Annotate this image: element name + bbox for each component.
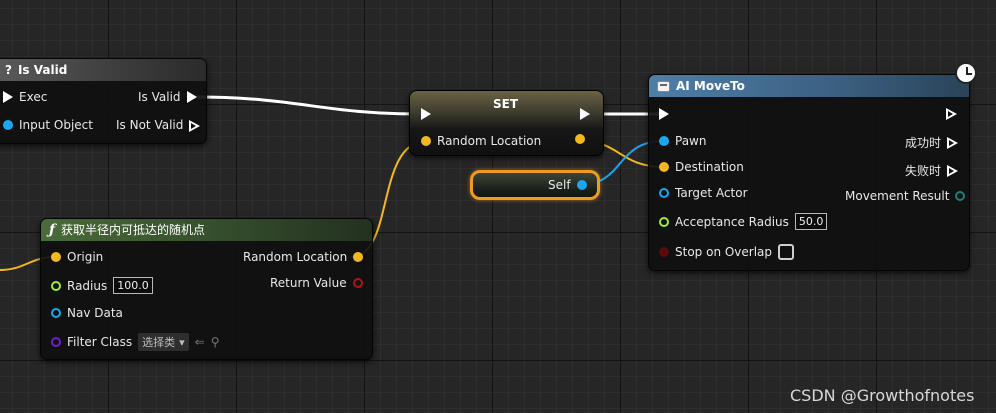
clock-icon <box>955 62 977 84</box>
random-point-nav-data[interactable]: Nav Data <box>51 306 123 320</box>
stop-on-overlap-checkbox[interactable] <box>778 244 795 260</box>
acceptance-radius-input[interactable]: 50.0 <box>794 213 828 230</box>
vector-pin-icon[interactable] <box>659 162 669 172</box>
is-valid-exec-in[interactable]: Exec <box>3 90 47 104</box>
vector-pin-icon[interactable] <box>353 252 364 262</box>
set-exec-out[interactable] <box>580 108 590 120</box>
random-point-filter-class[interactable]: Filter Class 选择类 ▾ ⇐ ⚲ <box>51 333 220 351</box>
vector-pin-icon[interactable] <box>421 136 431 146</box>
ai-moveto-movement-result[interactable]: Movement Result <box>845 189 966 203</box>
vector-pin-icon[interactable] <box>51 252 61 262</box>
chevron-down-icon: ▾ <box>179 335 185 349</box>
exec-pin-icon[interactable] <box>186 91 197 103</box>
vector-pin-icon[interactable] <box>575 134 585 144</box>
ai-moveto-header[interactable]: AI MoveTo <box>649 75 969 97</box>
ai-moveto-on-fail[interactable]: 失败时 <box>905 162 959 179</box>
set-random-location-label: Random Location <box>437 134 542 148</box>
origin-label: Origin <box>67 250 104 264</box>
ai-moveto-stop-on-overlap[interactable]: Stop on Overlap <box>659 244 795 260</box>
question-icon: ? <box>5 63 12 77</box>
stop-on-overlap-label: Stop on Overlap <box>675 245 773 259</box>
object-pin-icon[interactable] <box>576 180 587 190</box>
bool-pin-icon[interactable] <box>659 247 669 257</box>
exec-pin-icon[interactable] <box>421 108 431 120</box>
ai-moveto-acceptance-radius[interactable]: Acceptance Radius 50.0 <box>659 213 828 230</box>
return-value-label: Return Value <box>270 276 347 290</box>
object-pin-icon[interactable] <box>51 308 61 318</box>
exec-pin-hollow-icon[interactable] <box>946 108 957 120</box>
ai-moveto-target-actor[interactable]: Target Actor <box>659 186 748 200</box>
destination-label: Destination <box>675 160 744 174</box>
radius-value-input[interactable]: 100.0 <box>113 277 153 294</box>
exec-pin-icon[interactable] <box>3 91 13 103</box>
ai-moveto-title: AI MoveTo <box>676 79 745 93</box>
set-input-random-location[interactable]: Random Location <box>421 134 541 148</box>
float-pin-icon[interactable] <box>51 280 61 291</box>
object-pin-icon[interactable] <box>659 136 669 146</box>
is-valid-output-not-valid[interactable]: Is Not Valid <box>116 118 201 132</box>
filter-class-select[interactable]: 选择类 ▾ <box>138 333 189 351</box>
object-pin-icon[interactable] <box>659 188 669 198</box>
watermark: CSDN @Growthofnotes <box>790 386 975 405</box>
filter-class-label: Filter Class <box>67 335 133 349</box>
set-output-random-location[interactable] <box>575 134 585 144</box>
pawn-label: Pawn <box>675 134 707 148</box>
use-selected-arrow-icon[interactable]: ⇐ <box>195 335 205 349</box>
blueprint-node-icon <box>657 80 670 92</box>
radius-label: Radius <box>67 278 108 293</box>
input-object-label: Input Object <box>19 118 93 132</box>
set-exec-in[interactable] <box>421 108 431 120</box>
random-point-header[interactable]: ƒ 获取半径内可抵达的随机点 <box>41 219 372 241</box>
enum-pin-icon[interactable] <box>955 191 966 201</box>
nav-data-label: Nav Data <box>67 306 123 320</box>
is-valid-output-label: Is Valid <box>138 90 181 104</box>
is-valid-output-valid[interactable]: Is Valid <box>138 90 197 104</box>
function-icon: ƒ <box>49 222 56 238</box>
exec-pin-icon[interactable] <box>659 108 669 120</box>
random-point-radius[interactable]: Radius 100.0 <box>51 277 153 294</box>
random-point-output-return[interactable]: Return Value <box>270 276 363 290</box>
ai-moveto-exec-in[interactable] <box>659 108 669 120</box>
exec-pin-icon[interactable] <box>580 108 590 120</box>
class-pin-icon[interactable] <box>51 337 61 347</box>
exec-wire-isvalid-to-set[interactable] <box>193 95 421 116</box>
random-point-output-location[interactable]: Random Location <box>243 250 364 264</box>
random-point-title: 获取半径内可抵达的随机点 <box>61 223 206 237</box>
is-valid-input-object[interactable]: Input Object <box>3 118 93 132</box>
float-pin-icon[interactable] <box>659 216 669 227</box>
browse-search-icon[interactable]: ⚲ <box>211 335 220 349</box>
ai-moveto-exec-out[interactable] <box>946 108 957 120</box>
is-valid-title: Is Valid <box>17 63 68 77</box>
acceptance-radius-label: Acceptance Radius <box>675 214 789 229</box>
object-pin-icon[interactable] <box>3 120 13 130</box>
self-output[interactable]: Self <box>548 178 587 192</box>
exec-pin-hollow-icon[interactable] <box>947 165 959 177</box>
ai-moveto-on-success[interactable]: 成功时 <box>905 134 959 151</box>
self-label: Self <box>548 178 571 192</box>
exec-pin-hollow-icon[interactable] <box>189 119 201 132</box>
ai-moveto-pawn[interactable]: Pawn <box>659 134 706 148</box>
set-title: SET <box>493 97 519 111</box>
random-location-output-label: Random Location <box>243 250 348 264</box>
bool-pin-icon[interactable] <box>352 278 363 288</box>
on-fail-label: 失败时 <box>905 164 942 178</box>
is-not-valid-label: Is Not Valid <box>116 118 184 132</box>
ai-moveto-destination[interactable]: Destination <box>659 160 744 174</box>
filter-class-select-label: 选择类 <box>142 336 176 349</box>
target-actor-label: Target Actor <box>675 186 748 200</box>
on-success-label: 成功时 <box>905 136 942 150</box>
movement-result-label: Movement Result <box>845 189 950 203</box>
is-valid-exec-label: Exec <box>19 90 48 104</box>
is-valid-header[interactable]: ? Is Valid <box>0 59 206 81</box>
exec-pin-hollow-icon[interactable] <box>947 137 959 149</box>
random-point-origin[interactable]: Origin <box>51 250 103 264</box>
